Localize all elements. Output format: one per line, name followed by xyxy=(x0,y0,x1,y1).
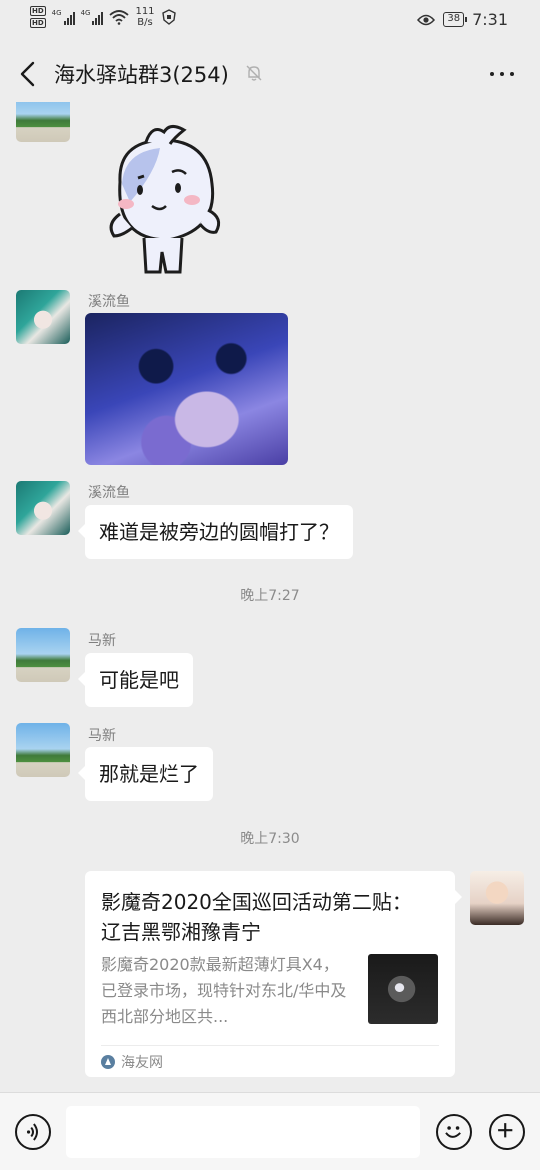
divider xyxy=(101,1045,439,1046)
input-bar xyxy=(0,1092,540,1170)
signal-icon: 4G xyxy=(52,9,75,25)
shield-icon xyxy=(161,9,176,25)
link-card-thumbnail xyxy=(368,954,438,1024)
link-card[interactable]: 影魔奇2020全国巡回活动第二贴： 辽吉黑鄂湘豫青宁 影魔奇2020款最新超薄灯… xyxy=(85,871,462,1077)
wifi-icon xyxy=(109,10,130,25)
signal-icon-2: 4G xyxy=(81,9,104,25)
avatar[interactable] xyxy=(16,290,70,344)
timestamp: 晚上7:30 xyxy=(240,831,300,847)
hd-badge-bottom: HD xyxy=(30,18,46,28)
clock: 7:31 xyxy=(472,10,508,29)
network-type-2: 4G xyxy=(80,9,91,17)
sender-name: 马新 xyxy=(88,728,116,744)
net-speed-value: 111 xyxy=(135,6,155,17)
avatar[interactable] xyxy=(16,102,70,142)
avatar[interactable] xyxy=(16,628,70,682)
more-icon[interactable] xyxy=(490,72,514,76)
source-name: 海友网 xyxy=(121,1055,163,1071)
message-bubble[interactable]: 那就是烂了 xyxy=(78,747,213,801)
net-speed: 111 B/s xyxy=(135,6,154,28)
message-list[interactable]: 溪流鱼 溪流鱼 难道是被旁边的圆帽打了？ 晚上7:27 马新 可能是吧 马新 那… xyxy=(0,102,540,1092)
sender-name: 马新 xyxy=(88,633,116,649)
status-bar: HD HD 4G 4G 111 B/s 38 7:31 xyxy=(0,0,540,40)
hd-indicator: HD HD xyxy=(30,6,46,28)
message-bubble[interactable]: 难道是被旁边的圆帽打了？ xyxy=(78,505,353,559)
back-arrow-icon[interactable] xyxy=(16,60,40,88)
plus-icon[interactable] xyxy=(489,1114,525,1150)
avatar[interactable] xyxy=(470,871,524,925)
image-message[interactable] xyxy=(85,313,288,465)
link-card-title: 影魔奇2020全国巡回活动第二贴： 辽吉黑鄂湘豫青宁 xyxy=(101,890,412,944)
mute-bell-icon xyxy=(246,65,262,81)
battery-indicator: 38 xyxy=(443,12,467,27)
voice-icon[interactable] xyxy=(15,1114,51,1150)
timestamp: 晚上7:27 xyxy=(240,588,300,604)
network-type: 4G xyxy=(51,9,62,17)
status-left: HD HD 4G 4G 111 B/s xyxy=(30,6,177,28)
avatar[interactable] xyxy=(16,723,70,777)
source-logo-icon xyxy=(101,1055,115,1069)
sticker-image[interactable] xyxy=(100,122,230,274)
link-card-source: 海友网 xyxy=(101,1052,163,1072)
chat-title: 海水驿站群3(254) xyxy=(54,63,229,87)
status-right: 38 7:31 xyxy=(417,10,508,29)
avatar[interactable] xyxy=(16,481,70,535)
net-speed-unit: B/s xyxy=(137,17,153,28)
hd-badge-top: HD xyxy=(30,6,46,16)
emoji-icon[interactable] xyxy=(436,1114,472,1150)
message-bubble[interactable]: 可能是吧 xyxy=(78,653,193,707)
eye-icon xyxy=(417,14,436,25)
message-input[interactable] xyxy=(66,1106,420,1158)
sender-name: 溪流鱼 xyxy=(88,294,130,310)
link-card-description: 影魔奇2020款最新超薄灯具X4，已登录市场，现特针对东北/华中及西北部分地区共… xyxy=(101,955,347,1026)
sender-name: 溪流鱼 xyxy=(88,485,130,501)
chat-header: 海水驿站群3(254) xyxy=(0,46,540,102)
